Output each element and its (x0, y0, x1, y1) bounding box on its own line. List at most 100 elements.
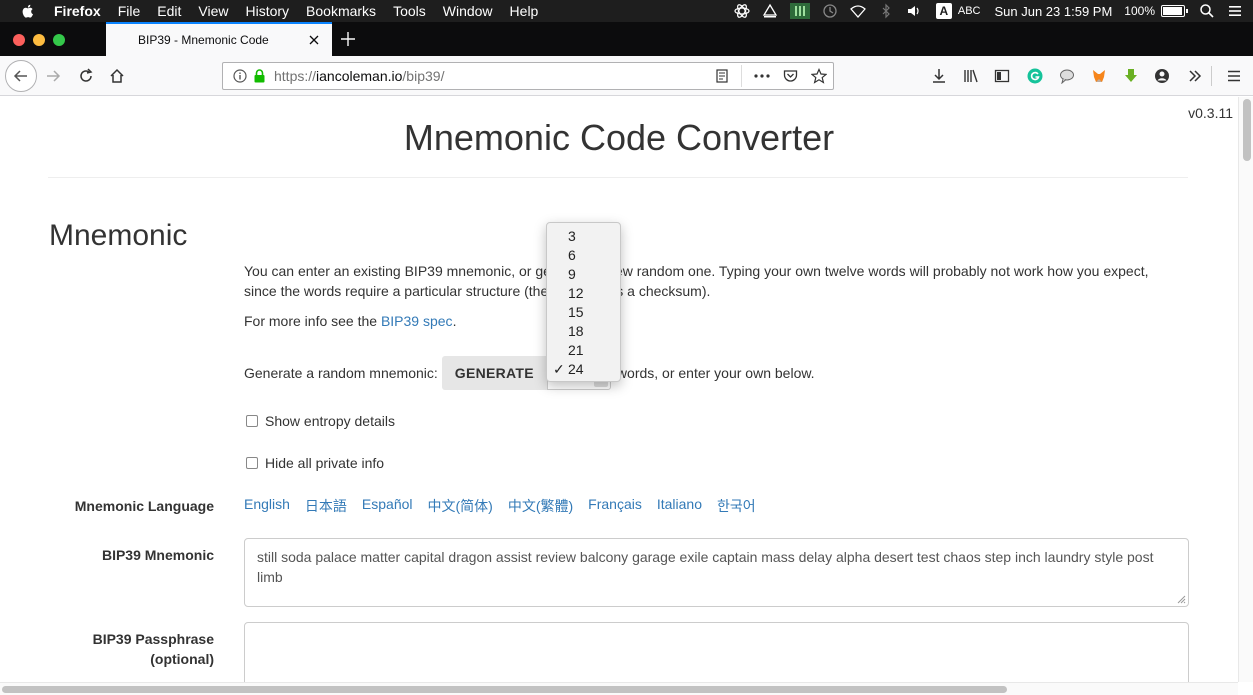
intro-line-2: since the words require a particular str… (244, 281, 710, 301)
reader-view-icon[interactable] (715, 69, 729, 83)
mnemonic-label: BIP39 Mnemonic (101, 547, 214, 563)
word-count-option[interactable]: 15 (547, 303, 620, 322)
downloads-button[interactable] (925, 62, 953, 90)
spotlight-search-icon[interactable] (1199, 3, 1215, 19)
option-label: 9 (568, 266, 576, 282)
notification-center-icon[interactable] (1227, 3, 1243, 19)
reload-button[interactable] (72, 62, 100, 90)
language-spanish[interactable]: Español (362, 496, 413, 516)
intro-line-2-end: s a checksum). (616, 283, 711, 299)
chat-extension[interactable] (1053, 62, 1081, 90)
more-info-prefix: For more info see the (244, 313, 381, 329)
battery-icon[interactable] (1161, 5, 1188, 17)
account-icon (1155, 69, 1169, 83)
tab-close-icon[interactable] (304, 30, 324, 50)
download-helper-extension[interactable] (1117, 62, 1145, 90)
hamburger-menu-button[interactable] (1220, 62, 1248, 90)
new-tab-icon[interactable] (336, 27, 360, 51)
input-source-badge[interactable]: A (935, 3, 952, 19)
url-scheme: https:// (274, 68, 317, 84)
vertical-scrollbar[interactable] (1238, 97, 1253, 682)
menu-window[interactable]: Window (443, 0, 493, 22)
resize-grip-icon[interactable] (1176, 594, 1186, 604)
show-entropy-row[interactable]: Show entropy details (246, 413, 395, 429)
word-count-option-selected[interactable]: ✓ 24 (547, 360, 620, 379)
word-count-option[interactable]: 21 (547, 341, 620, 360)
menu-help[interactable]: Help (510, 0, 539, 22)
show-entropy-label[interactable]: Show entropy details (265, 413, 395, 429)
lock-icon[interactable] (253, 69, 266, 83)
word-count-option[interactable]: 18 (547, 322, 620, 341)
upload-tray-icon[interactable] (762, 3, 778, 19)
overflow-menu-button[interactable] (1181, 62, 1209, 90)
language-english[interactable]: English (244, 496, 290, 516)
language-japanese[interactable]: 日本語 (305, 496, 347, 516)
menu-view[interactable]: View (198, 0, 228, 22)
generate-row: Generate a random mnemonic: GENERATE wor… (244, 356, 815, 390)
forward-button[interactable] (39, 62, 67, 90)
generate-button[interactable]: GENERATE (441, 356, 547, 390)
input-source-label[interactable]: ABC (958, 5, 981, 17)
mnemonic-text: still soda palace matter capital dragon … (257, 549, 1154, 585)
hide-private-row[interactable]: Hide all private info (246, 455, 384, 471)
mnemonic-textarea[interactable]: still soda palace matter capital dragon … (244, 538, 1189, 607)
wifi-icon[interactable] (849, 3, 866, 19)
word-count-option[interactable]: 3 (547, 227, 620, 246)
url-text[interactable]: https://iancoleman.io/bip39/ (274, 68, 444, 84)
word-count-option[interactable]: 6 (547, 246, 620, 265)
bip39-spec-link[interactable]: BIP39 spec (381, 313, 453, 329)
apple-logo-icon[interactable] (20, 3, 36, 19)
atom-icon[interactable] (734, 3, 750, 19)
horizontal-scrollbar[interactable] (0, 682, 1238, 695)
bluetooth-icon[interactable] (878, 3, 894, 19)
back-button[interactable] (5, 60, 37, 92)
menu-file[interactable]: File (118, 0, 141, 22)
window-zoom-button[interactable] (53, 34, 65, 46)
sidebar-icon (994, 69, 1010, 83)
tab-title: BIP39 - Mnemonic Code (138, 33, 269, 47)
option-label: 21 (568, 342, 584, 358)
url-bar[interactable]: https://iancoleman.io/bip39/ (222, 62, 834, 90)
bookmark-star-icon[interactable] (811, 68, 827, 84)
macos-menu-bar: Firefox File Edit View History Bookmarks… (0, 0, 1253, 22)
battery-percent[interactable]: 100% (1124, 4, 1155, 18)
tab-active[interactable]: BIP39 - Mnemonic Code (106, 22, 332, 56)
window-minimize-button[interactable] (33, 34, 45, 46)
metamask-extension[interactable] (1085, 62, 1113, 90)
language-italian[interactable]: Italiano (657, 496, 702, 516)
language-french[interactable]: Français (588, 496, 642, 516)
word-count-option[interactable]: 9 (547, 265, 620, 284)
show-entropy-checkbox[interactable] (246, 415, 258, 427)
arrow-right-icon (47, 70, 61, 82)
time-machine-icon[interactable] (822, 3, 838, 19)
passphrase-label-line1: BIP39 Passphrase (92, 631, 214, 647)
menu-history[interactable]: History (245, 0, 289, 22)
language-chinese-traditional[interactable]: 中文(繁體) (508, 496, 573, 516)
passphrase-textarea[interactable] (244, 622, 1189, 682)
clock[interactable]: Sun Jun 23 1:59 PM (994, 4, 1112, 19)
window-close-button[interactable] (13, 34, 25, 46)
grammarly-extension[interactable] (1021, 62, 1049, 90)
menu-tools[interactable]: Tools (393, 0, 426, 22)
menu-app-name[interactable]: Firefox (54, 0, 101, 22)
info-icon[interactable] (233, 69, 247, 83)
language-chinese-simplified[interactable]: 中文(简体) (428, 496, 493, 516)
vertical-scroll-thumb[interactable] (1243, 99, 1251, 161)
pocket-icon[interactable] (783, 69, 798, 83)
library-button[interactable] (957, 62, 985, 90)
sidebar-button[interactable] (988, 62, 1016, 90)
language-korean[interactable]: 한국어 (717, 496, 756, 516)
word-count-option[interactable]: 12 (547, 284, 620, 303)
home-button[interactable] (103, 62, 131, 90)
menu-edit[interactable]: Edit (157, 0, 181, 22)
horizontal-scroll-thumb[interactable] (2, 686, 1007, 693)
activity-monitor-icon[interactable] (789, 3, 810, 19)
fox-icon (1093, 70, 1105, 82)
account-button[interactable] (1148, 62, 1176, 90)
language-label: Mnemonic Language (74, 498, 214, 514)
page-actions-icon[interactable] (753, 69, 771, 83)
volume-icon[interactable] (906, 3, 922, 19)
hide-private-label[interactable]: Hide all private info (265, 455, 384, 471)
menu-bookmarks[interactable]: Bookmarks (306, 0, 376, 22)
hide-private-checkbox[interactable] (246, 457, 258, 469)
